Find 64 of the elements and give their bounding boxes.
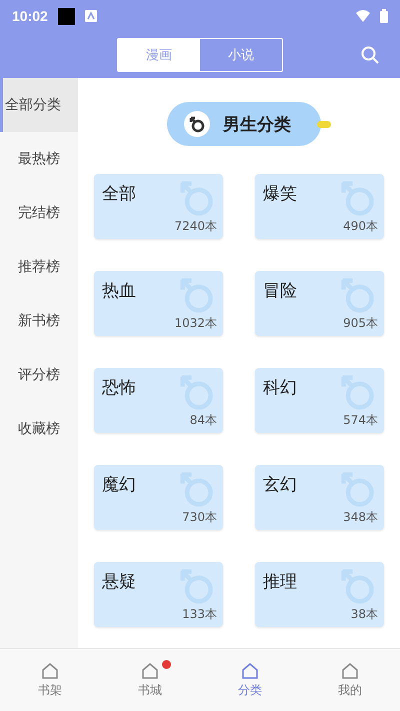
category-name: 科幻 (263, 377, 297, 399)
category-count: 574本 (343, 412, 378, 429)
male-symbol-icon (340, 374, 376, 410)
sidebar-item[interactable]: 完结榜 (0, 186, 78, 240)
category-count: 490本 (343, 218, 378, 235)
male-symbol-icon (340, 180, 376, 216)
nav-item[interactable]: 书城 (100, 649, 200, 711)
nav-icon (341, 662, 359, 680)
nav-item[interactable]: 我的 (300, 649, 400, 711)
sidebar-item[interactable]: 新书榜 (0, 294, 78, 348)
notification-icon (84, 10, 97, 22)
category-card[interactable]: 全部 7240本 (94, 174, 223, 239)
category-count: 7240本 (174, 218, 217, 235)
category-name: 恐怖 (102, 377, 136, 399)
male-symbol-icon (340, 471, 376, 507)
category-name: 悬疑 (102, 571, 136, 593)
category-card[interactable]: 玄幻 348本 (255, 465, 384, 530)
nav-icon (41, 662, 59, 680)
category-card[interactable]: 爆笑 490本 (255, 174, 384, 239)
sidebar-item[interactable]: 全部分类 (0, 78, 78, 132)
category-count: 133本 (182, 606, 217, 623)
sidebar-item[interactable]: 收藏榜 (0, 402, 78, 456)
category-name: 推理 (263, 571, 297, 593)
sidebar-item[interactable]: 推荐榜 (0, 240, 78, 294)
wifi-icon (356, 10, 370, 22)
category-name: 魔幻 (102, 474, 136, 496)
category-count: 905本 (343, 315, 378, 332)
category-count: 348本 (343, 509, 378, 526)
status-time: 10:02 (12, 8, 48, 24)
sidebar-item[interactable]: 最热榜 (0, 132, 78, 186)
battery-icon (380, 9, 388, 23)
category-count: 1032本 (174, 315, 217, 332)
category-card[interactable]: 魔幻 730本 (94, 465, 223, 530)
male-symbol-icon (179, 568, 215, 604)
male-symbol-icon (179, 471, 215, 507)
nav-item[interactable]: 书架 (0, 649, 100, 711)
male-symbol-icon (179, 277, 215, 313)
category-card[interactable]: 推理 38本 (255, 562, 384, 627)
nav-item[interactable]: 分类 (200, 649, 300, 711)
category-name: 玄幻 (263, 474, 297, 496)
category-count: 84本 (190, 412, 217, 429)
category-count: 730本 (182, 509, 217, 526)
male-symbol-icon (179, 374, 215, 410)
category-card[interactable]: 科幻 574本 (255, 368, 384, 433)
category-name: 冒险 (263, 280, 297, 302)
nav-icon (141, 662, 159, 680)
category-card[interactable]: 悬疑 133本 (94, 562, 223, 627)
badge-dot (162, 660, 171, 668)
category-name: 全部 (102, 183, 136, 205)
sidebar-item[interactable]: 评分榜 (0, 348, 78, 402)
category-count: 38本 (350, 606, 378, 623)
nav-icon (241, 662, 259, 680)
search-icon[interactable] (360, 45, 380, 65)
notification-icon (58, 8, 75, 24)
category-card[interactable]: 恐怖 84本 (94, 368, 223, 433)
category-card[interactable]: 热血 1032本 (94, 271, 223, 336)
male-symbol-icon (340, 568, 376, 604)
category-name: 热血 (102, 280, 136, 302)
male-symbol-icon (183, 110, 211, 138)
male-symbol-icon (340, 277, 376, 313)
category-name: 爆笑 (263, 183, 297, 205)
section-title: 男生分类 (223, 114, 291, 136)
category-card[interactable]: 冒险 905本 (255, 271, 384, 336)
male-symbol-icon (179, 180, 215, 216)
